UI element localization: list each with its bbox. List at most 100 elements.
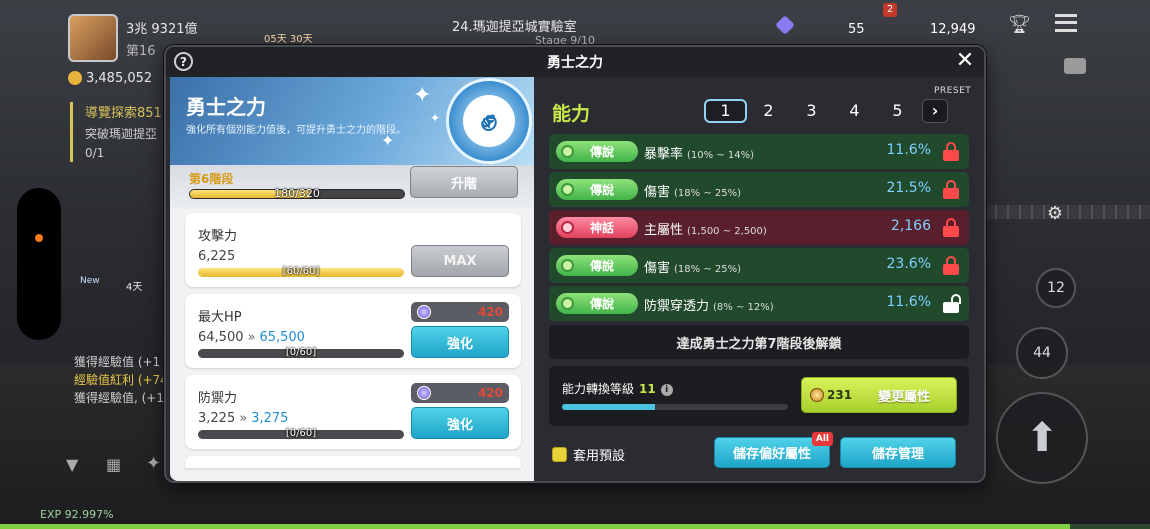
ability-range: (1,500 ~ 2,500) <box>687 226 767 237</box>
unlock-requirement: 達成勇士之力第7階段後解鎖 <box>549 325 969 359</box>
inventory-icon[interactable]: ▦ <box>106 455 121 474</box>
stat-name: 防禦力 <box>198 391 238 406</box>
chat-line: 獲得經驗值, (+1 <box>74 391 165 405</box>
ability-value: 21.5% <box>886 180 931 196</box>
max-button[interactable]: MAX <box>411 245 509 277</box>
stat-next-value: 3,275 <box>251 411 289 426</box>
hero-description: 強化所有個別能力值後，可提升勇士之力的階段。 <box>186 125 406 136</box>
ability-name: 暴擊率 (10% ~ 14%) <box>644 143 754 162</box>
ability-panel: 能力 PRESET 1 2 3 4 5 › 傳說 暴擊率 (10% ~ 14%) … <box>534 77 984 481</box>
meso-coin-icon <box>68 71 82 85</box>
stat-card-partial <box>185 456 521 468</box>
enhance-button[interactable]: 強化 <box>411 326 509 358</box>
ability-value: 11.6% <box>886 294 931 310</box>
map-location[interactable]: 24.瑪迦提亞城實驗室 <box>452 16 577 35</box>
info-icon[interactable]: i <box>660 384 673 396</box>
combat-power: 3兆 9321億 <box>126 22 198 37</box>
ability-row: 傳說 暴擊率 (10% ~ 14%) 11.6% <box>549 134 969 169</box>
grade-label: 傳說 <box>589 259 614 273</box>
change-attribute-button[interactable]: 231 變更屬性 <box>801 377 957 413</box>
lock-icon[interactable] <box>943 142 959 161</box>
sparkle-icon: ✦ <box>413 83 432 108</box>
rank-text: 第16 <box>126 44 156 59</box>
cat-icon[interactable]: ▼ <box>66 455 78 474</box>
stat-progress-count: [0/60] <box>285 428 317 439</box>
grade-badge-mythic: 神話 <box>556 217 638 238</box>
quest-title: 導覽探索851 <box>85 106 162 121</box>
ability-name-text: 傷害 <box>644 185 671 200</box>
skill-slot-a[interactable]: 12 <box>1036 268 1076 308</box>
chat-icon[interactable] <box>1064 58 1086 74</box>
quest-progress: 0/1 <box>85 146 105 160</box>
grade-badge-legendary: 傳說 <box>556 179 638 200</box>
stat-current-value: 64,500 <box>198 330 244 345</box>
preset-tab-2[interactable]: 2 <box>747 99 790 123</box>
leaf-icon[interactable]: ✦ <box>146 453 161 474</box>
grade-gem-icon <box>561 183 574 196</box>
stat-current-value: 6,225 <box>198 249 236 264</box>
sparkle-icon: ✦ <box>381 131 395 150</box>
stage-section: 第6階段 180/320 升階 <box>170 165 534 209</box>
gem-count: 55 <box>848 22 865 37</box>
ability-name: 傷害 (18% ~ 25%) <box>644 181 741 200</box>
stats-panel: 勇士之力 強化所有個別能力值後，可提升勇士之力的階段。 ✦ ✦ ✦ ✊︎ 第6階… <box>170 77 534 481</box>
use-preset-checkbox[interactable]: 套用預設 <box>552 445 625 464</box>
ability-value: 23.6% <box>886 256 931 272</box>
preset-tab-3[interactable]: 3 <box>790 99 833 123</box>
lock-icon[interactable] <box>943 218 959 237</box>
preset-next-chevron-icon[interactable]: › <box>922 99 948 123</box>
save-preferred-button[interactable]: 儲存偏好屬性 All <box>714 432 833 468</box>
exp-bar <box>0 524 1150 529</box>
conversion-label-text: 能力轉換等級 <box>562 382 635 396</box>
trophy-icon[interactable]: 🏆︎ <box>1008 14 1031 35</box>
stat-value: 6,225 <box>198 249 235 264</box>
hero-banner: 勇士之力 強化所有個別能力值後，可提升勇士之力的階段。 ✦ ✦ ✦ ✊︎ <box>170 77 534 165</box>
grade-badge-legendary: 傳說 <box>556 255 638 276</box>
ability-name-text: 傷害 <box>644 261 671 276</box>
ability-row: 傳說 防禦穿透力 (8% ~ 12%) 11.6% <box>549 286 969 321</box>
character-avatar[interactable] <box>68 14 118 62</box>
upgrade-stage-button[interactable]: 升階 <box>410 166 518 198</box>
ability-name: 主屬性 (1,500 ~ 2,500) <box>644 219 767 238</box>
save-preferred-label: 儲存偏好屬性 <box>732 447 811 462</box>
exp-percentage: EXP 92.997% <box>40 508 114 521</box>
stat-next-value: 65,500 <box>259 330 305 345</box>
left-joystick-area[interactable] <box>17 188 61 340</box>
preset-tabs: 1 2 3 4 5 › <box>704 98 978 124</box>
enhance-cost: 420 <box>411 383 509 403</box>
jump-arrow-icon[interactable]: ⬆ <box>996 392 1088 484</box>
stat-progress-count: [0/60] <box>285 347 317 358</box>
lock-icon[interactable] <box>943 180 959 199</box>
ability-row: 傳說 傷害 (18% ~ 25%) 21.5% <box>549 172 969 207</box>
stat-value: 3,225» 3,275 <box>198 411 288 426</box>
preset-tab-4[interactable]: 4 <box>833 99 876 123</box>
skill-slot-b[interactable]: 44 <box>1016 327 1068 379</box>
settings-gear-icon[interactable]: ⚙ <box>1041 199 1069 227</box>
double-chevron-icon: » <box>239 411 248 426</box>
cost-value: 420 <box>477 305 503 319</box>
conversion-section: 能力轉換等級 11 i 231 變更屬性 <box>549 366 969 426</box>
help-icon[interactable]: ? <box>174 52 193 71</box>
menu-icon[interactable] <box>1055 14 1077 32</box>
grade-label: 神話 <box>589 221 614 235</box>
save-management-button[interactable]: 儲存管理 <box>840 437 956 468</box>
indicator-dot <box>35 234 43 242</box>
unlock-icon[interactable] <box>943 294 961 313</box>
enhance-button[interactable]: 強化 <box>411 407 509 439</box>
grade-gem-icon <box>561 145 574 158</box>
stat-name: 攻擊力 <box>198 229 238 244</box>
preset-tab-5[interactable]: 5 <box>876 99 919 123</box>
preset-tab-1[interactable]: 1 <box>704 99 747 123</box>
ability-value: 2,166 <box>890 218 931 234</box>
new-label: New <box>80 276 100 286</box>
exp-fill <box>0 524 1070 529</box>
lock-icon[interactable] <box>943 256 959 275</box>
gem-icon <box>775 15 795 36</box>
coin-icon <box>810 388 824 402</box>
close-icon[interactable]: ✕ <box>954 50 976 72</box>
grade-badge-legendary: 傳說 <box>556 293 638 314</box>
grade-label: 傳說 <box>589 145 614 159</box>
notification-badge: 2 <box>883 3 897 17</box>
chat-line: 獲得經驗值 (+1 <box>74 355 161 369</box>
quest-tracker[interactable]: 導覽探索851 突破瑪迦提亞 0/1 <box>70 102 165 162</box>
